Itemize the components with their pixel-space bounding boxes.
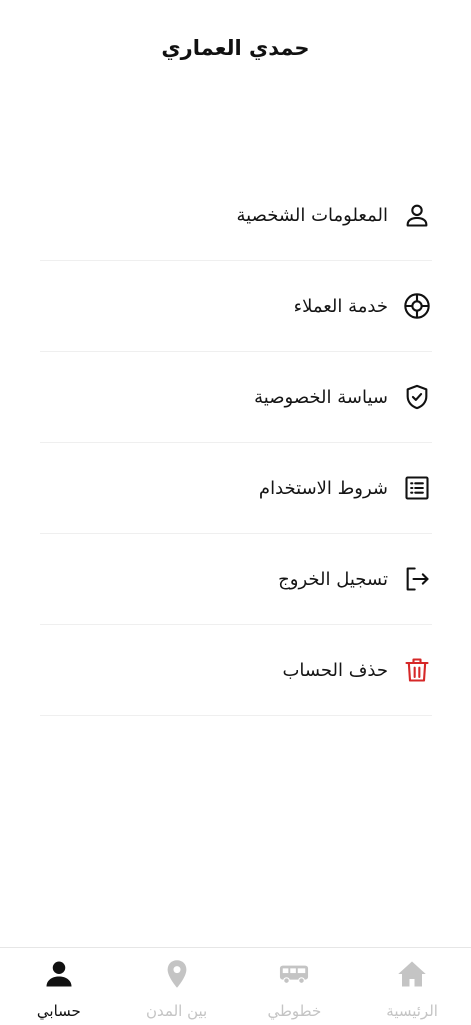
menu-item-label: المعلومات الشخصية bbox=[236, 204, 388, 226]
shield-check-icon bbox=[402, 382, 432, 412]
map-pin-icon bbox=[161, 958, 193, 990]
lifebuoy-icon bbox=[402, 291, 432, 321]
nav-item-label: حسابي bbox=[36, 1002, 81, 1020]
logout-icon bbox=[402, 564, 432, 594]
nav-item-home[interactable]: الرئيسية bbox=[353, 948, 471, 1025]
menu-item-label: خدمة العملاء bbox=[293, 295, 388, 317]
account-menu: المعلومات الشخصية خدمة العملاء سياسة الخ… bbox=[40, 170, 432, 716]
menu-item-personal-info[interactable]: المعلومات الشخصية bbox=[40, 170, 432, 261]
nav-item-label: خطوطي bbox=[267, 1002, 322, 1020]
bus-icon bbox=[278, 958, 310, 990]
person-icon bbox=[43, 958, 75, 990]
bottom-navigation: حسابي بين المدن خطوطي الرئيسية bbox=[0, 947, 471, 1025]
list-document-icon bbox=[402, 473, 432, 503]
menu-item-terms-of-use[interactable]: شروط الاستخدام bbox=[40, 443, 432, 534]
menu-item-logout[interactable]: تسجيل الخروج bbox=[40, 534, 432, 625]
menu-item-label: تسجيل الخروج bbox=[278, 568, 388, 590]
page-title: حمدي العماري bbox=[161, 36, 310, 60]
menu-item-customer-service[interactable]: خدمة العملاء bbox=[40, 261, 432, 352]
trash-icon bbox=[402, 655, 432, 685]
menu-item-privacy-policy[interactable]: سياسة الخصوصية bbox=[40, 352, 432, 443]
user-outline-icon bbox=[402, 200, 432, 230]
home-icon bbox=[396, 958, 428, 990]
nav-item-intercity[interactable]: بين المدن bbox=[118, 948, 236, 1025]
nav-item-label: بين المدن bbox=[146, 1002, 208, 1020]
menu-item-label: سياسة الخصوصية bbox=[254, 386, 388, 408]
menu-item-label: حذف الحساب bbox=[282, 659, 388, 681]
nav-item-label: الرئيسية bbox=[386, 1002, 438, 1020]
nav-item-my-lines[interactable]: خطوطي bbox=[236, 948, 354, 1025]
menu-item-label: شروط الاستخدام bbox=[258, 477, 388, 499]
menu-item-delete-account[interactable]: حذف الحساب bbox=[40, 625, 432, 716]
nav-item-my-account[interactable]: حسابي bbox=[0, 948, 118, 1025]
